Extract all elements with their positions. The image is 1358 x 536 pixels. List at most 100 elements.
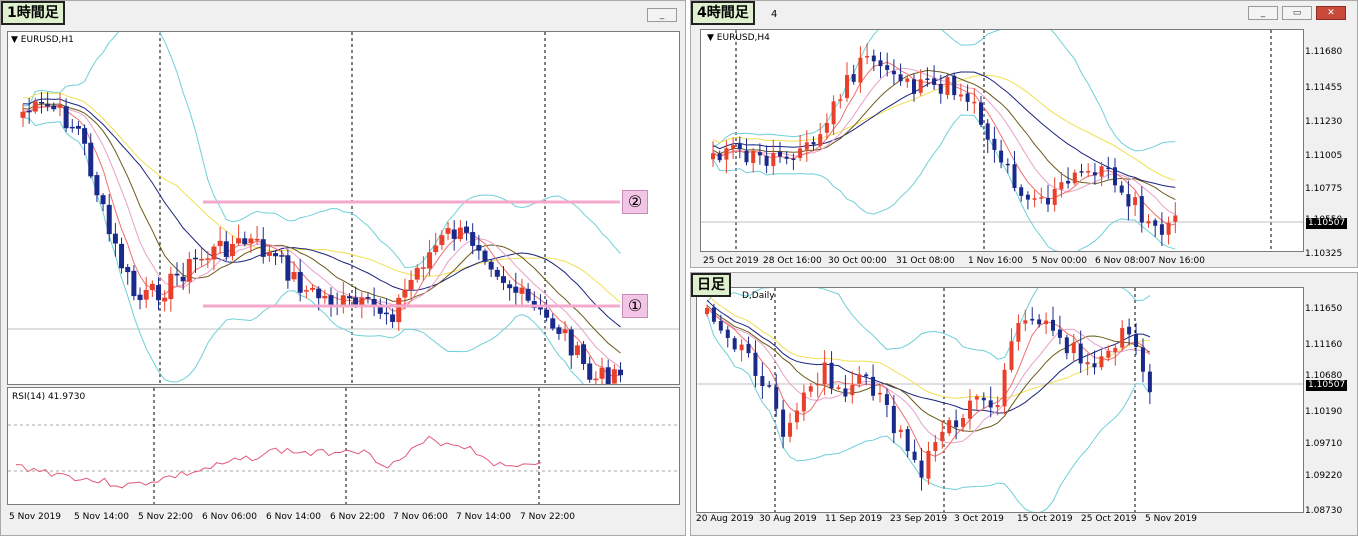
daily-price-label-4: 1.09710 [1305,439,1343,449]
moving-average-4 [706,307,1151,457]
candle-body [757,152,762,156]
candle-body [1146,221,1151,224]
candle-body [811,142,816,145]
h1-symbol-label: ▼ EURUSD,H1 [11,35,74,45]
h1-rsi-plot[interactable]: RSI(14) 41.9730 [7,387,680,505]
minimize-button[interactable]: _ [647,8,677,22]
candle-body [1127,326,1132,335]
candle-body [760,376,765,386]
candle-body [919,460,924,478]
candle-body [731,145,736,149]
candle-body [818,134,823,146]
candle-body [266,251,272,256]
candle-body [581,344,587,364]
candle-body [732,338,737,350]
candle-body [850,384,855,396]
moving-average-2 [712,69,1176,201]
candle-body [857,374,862,384]
candle-body [513,286,519,293]
candle-body [396,297,402,323]
candle-body [751,151,756,164]
candle-body [804,142,809,150]
candle-body [544,309,550,318]
candle-body [798,148,803,158]
h1-price-plot[interactable]: ▼ EURUSD,H1 ② ① [7,31,680,385]
candle-body [791,158,796,161]
h4-time-label-3: 31 Oct 08:00 [896,256,955,266]
candle-body [205,258,211,260]
candle-body [519,287,525,294]
candle-body [784,156,789,159]
h1-time-label-5: 6 Nov 22:00 [330,512,385,522]
h4-chart-window[interactable]: 4時間足 4 _ ▭ ✕ ▼ EURUSD,H4 1.11680 1.11455 1… [690,0,1358,268]
candle-body [494,269,500,277]
candle-body [717,153,722,161]
candle-body [279,255,285,257]
candle-body [1072,172,1077,184]
h4-price-label-1: 1.11455 [1305,83,1343,93]
candle-body [999,150,1004,163]
candle-body [918,79,923,93]
daily-time-label-7: 5 Nov 2019 [1145,514,1197,524]
candle-body [1085,362,1090,365]
daily-price-plot[interactable]: D,Daily [696,287,1304,513]
candle-body [310,287,316,290]
candle-body [1113,167,1117,186]
h4-price-label-4: 1.10775 [1305,184,1343,194]
h4-time-label-5: 5 Nov 00:00 [1032,256,1087,266]
candle-body [992,138,997,150]
h4-price-plot[interactable]: ▼ EURUSD,H4 [700,29,1304,252]
candle-body [365,297,371,299]
daily-price-label-1: 1.11160 [1305,340,1343,350]
h4-symbol-label: ▼ EURUSD,H4 [707,33,770,43]
candle-body [945,77,950,95]
daily-time-label-0: 20 Aug 2019 [696,514,754,524]
candle-body [433,245,439,253]
candle-body [845,75,849,99]
candle-body [746,343,751,354]
candle-body [106,204,112,235]
candle-body [1023,320,1028,324]
candle-body [587,363,593,380]
level-marker-1: ① [622,294,648,318]
h4-title-suffix: 4 [771,9,778,20]
candle-body [316,288,322,299]
minimize-button[interactable]: _ [1248,6,1278,20]
candle-body [26,110,32,113]
h1-time-label-2: 5 Nov 22:00 [138,512,193,522]
candle-body [912,451,917,460]
restore-button[interactable]: ▭ [1282,6,1312,20]
close-button[interactable]: ✕ [1316,6,1346,20]
daily-chart-window[interactable]: 日足 D,Daily 1.11650 1.11160 1.10680 1.10190 1… [690,272,1358,536]
candle-body [217,240,223,247]
h1-chart-window[interactable]: 1時間足 _ ▼ EURUSD,H1 ② ① RSI(14) 41.9730 5… [0,0,686,536]
candle-body [112,233,118,244]
candle-body [119,243,125,269]
h1-time-label-3: 6 Nov 06:00 [202,512,257,522]
candle-body [593,378,599,381]
candle-body [383,312,389,315]
candle-body [451,229,457,239]
triangle-down-icon: ▼ [707,33,714,43]
candle-body [878,60,883,67]
candle-body [63,106,69,129]
candle-body [981,397,986,401]
candle-body [377,307,383,314]
candle-body [242,238,248,245]
candle-body [45,104,51,107]
daily-time-label-1: 30 Aug 2019 [759,514,817,524]
candle-body [420,267,426,269]
candle-body [988,400,993,408]
candle-body [767,385,772,387]
candle-body [711,153,715,160]
candle-body [464,226,470,233]
candle-body [507,284,513,289]
daily-time-label-5: 15 Oct 2019 [1017,514,1073,524]
candle-body [248,238,254,244]
candle-body [186,259,192,282]
candle-body [851,74,856,82]
candle-body [445,228,451,234]
candle-body [744,150,749,163]
candle-body [725,329,730,338]
candle-body [1173,215,1178,222]
